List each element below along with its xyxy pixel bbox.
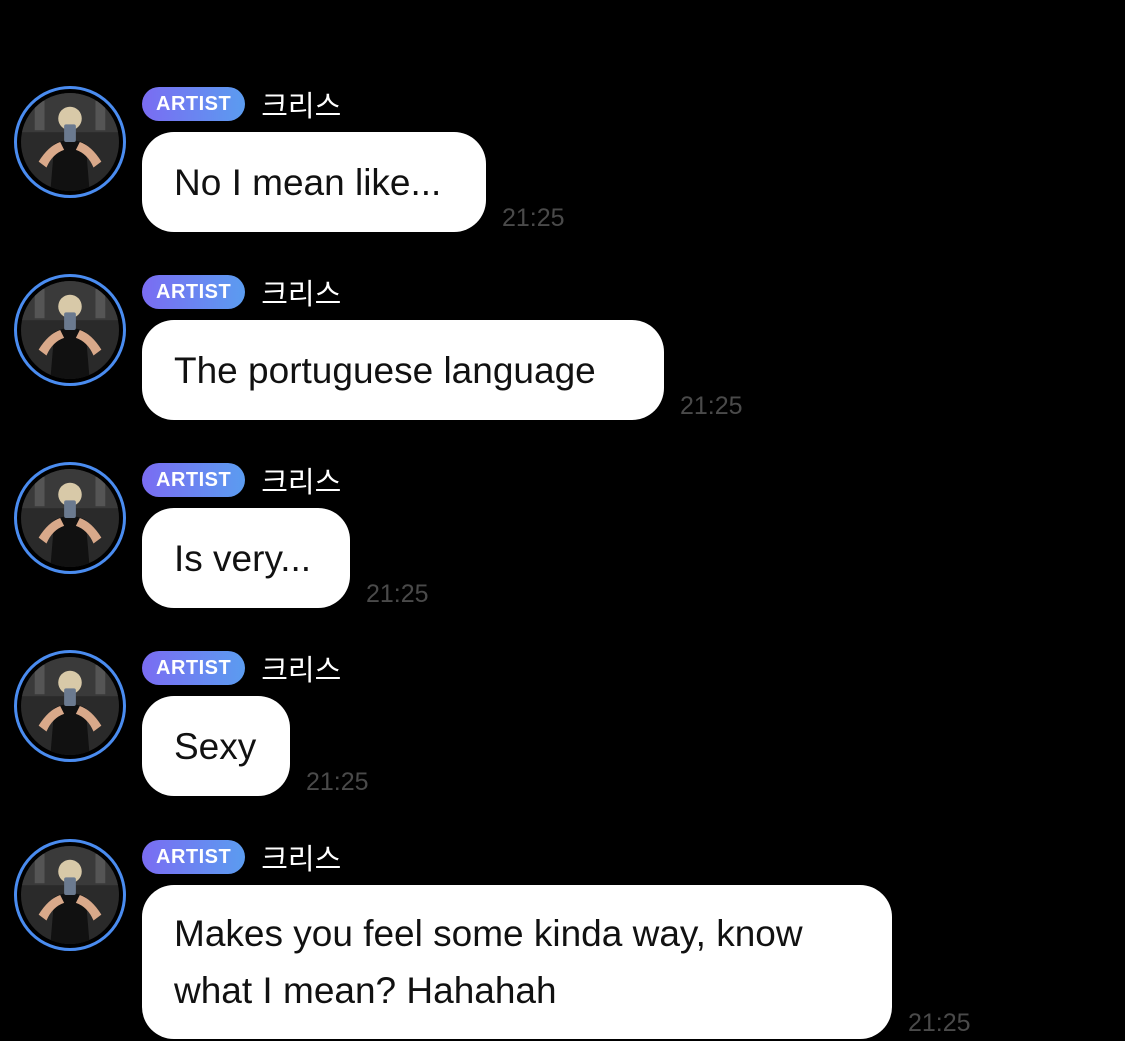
artist-badge: ARTIST [142, 651, 246, 685]
chat-thread: ARTIST 크리스 No I mean like... 21:25 ARTIS… [0, 0, 1125, 1041]
message-bubble[interactable]: The portuguese language [142, 320, 664, 420]
message-text: The portuguese language [174, 349, 596, 391]
sender-name: 크리스 [261, 277, 342, 311]
message-bubble[interactable]: Sexy [142, 696, 290, 796]
avatar[interactable] [14, 274, 126, 386]
message-header: ARTIST 크리스 [142, 650, 342, 687]
message-header: ARTIST 크리스 [142, 86, 342, 123]
profile-photo-icon [21, 93, 119, 191]
sender-name: 크리스 [261, 89, 342, 123]
avatar[interactable] [14, 462, 126, 574]
message-item: ARTIST 크리스 No I mean like... 21:25 [0, 86, 1125, 236]
avatar[interactable] [14, 839, 126, 951]
avatar[interactable] [14, 86, 126, 198]
message-bubble[interactable]: Makes you feel some kinda way, know what… [142, 885, 892, 1039]
sender-name: 크리스 [261, 653, 342, 687]
message-timestamp: 21:25 [306, 768, 369, 796]
avatar[interactable] [14, 650, 126, 762]
profile-photo-icon [21, 281, 119, 379]
artist-badge: ARTIST [142, 275, 246, 309]
profile-photo-icon [21, 846, 119, 944]
sender-name: 크리스 [261, 465, 342, 499]
artist-badge: ARTIST [142, 87, 246, 121]
message-timestamp: 21:25 [680, 392, 743, 420]
artist-badge: ARTIST [142, 463, 246, 497]
message-timestamp: 21:25 [366, 580, 429, 608]
message-timestamp: 21:25 [502, 204, 565, 232]
profile-photo-icon [21, 657, 119, 755]
artist-badge: ARTIST [142, 840, 246, 874]
message-item: ARTIST 크리스 Makes you feel some kinda way… [0, 839, 1125, 1039]
sender-name: 크리스 [261, 842, 342, 876]
profile-photo-icon [21, 469, 119, 567]
message-item: ARTIST 크리스 Sexy 21:25 [0, 650, 1125, 800]
message-header: ARTIST 크리스 [142, 839, 342, 876]
message-text: Sexy [174, 725, 257, 767]
message-item: ARTIST 크리스 Is very... 21:25 [0, 462, 1125, 612]
message-item: ARTIST 크리스 The portuguese language 21:25 [0, 274, 1125, 424]
message-timestamp: 21:25 [908, 1009, 971, 1037]
message-text: No I mean like... [174, 161, 442, 203]
message-header: ARTIST 크리스 [142, 274, 342, 311]
message-bubble[interactable]: Is very... [142, 508, 350, 608]
message-bubble[interactable]: No I mean like... [142, 132, 486, 232]
message-header: ARTIST 크리스 [142, 462, 342, 499]
message-text: Makes you feel some kinda way, know what… [174, 913, 803, 1011]
message-text: Is very... [174, 537, 312, 579]
